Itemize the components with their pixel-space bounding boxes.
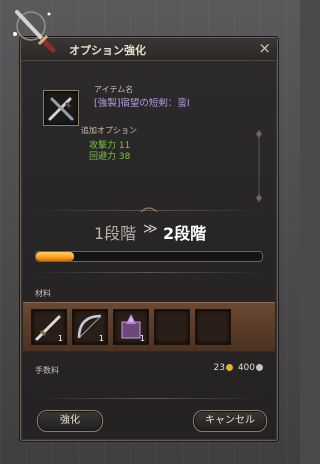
divider [31, 398, 267, 399]
fee-label: 手数料 [35, 366, 59, 375]
item-name-label: アイテム名 [94, 85, 134, 94]
material-slot-5[interactable] [195, 309, 231, 345]
scroll-ornament [256, 130, 262, 202]
silver-coin-icon [256, 363, 263, 371]
material-count: 1 [98, 334, 104, 343]
material-count: 1 [139, 334, 145, 343]
progress-fill [36, 252, 75, 261]
enhance-progress-bar [35, 251, 263, 262]
material-count: 1 [57, 334, 63, 343]
current-stage: 1段階 [94, 224, 137, 243]
material-slot-4[interactable] [154, 309, 190, 345]
fee-values: 23 400 [213, 363, 265, 373]
divider [31, 272, 267, 273]
enhance-button[interactable]: 強化 [37, 410, 103, 432]
sword-emblem-icon [13, 10, 56, 53]
item-slot[interactable] [43, 90, 79, 126]
silver-amount: 400 [237, 363, 255, 373]
gold-coin-icon [225, 363, 233, 371]
close-button[interactable]: × [258, 40, 271, 56]
materials-label: 材料 [35, 289, 51, 298]
option-evasion: 回避力 38 [89, 152, 131, 162]
window-title: オプション強化 [69, 44, 146, 57]
materials-strip: 1 1 1 [23, 302, 275, 352]
dagger-icon [48, 97, 74, 121]
additional-options-label: 追加オプション [81, 126, 137, 135]
target-stage: 2段階 [163, 224, 207, 243]
stage-row: 1段階 ≫ 2段階 [21, 218, 277, 244]
gold-amount: 23 [213, 363, 225, 373]
material-slot-2[interactable]: 1 [72, 309, 108, 345]
item-name: [強製]宿望の短剣：蛮Ⅰ [94, 98, 190, 109]
cancel-button[interactable]: キャンセル [193, 410, 267, 432]
ornament-icon [140, 207, 158, 213]
material-slot-3[interactable]: 1 [113, 309, 149, 345]
stage-arrow-icon: ≫ [143, 221, 158, 237]
enhance-option-dialog: オプション強化 × アイテム名 [強製]宿望の短剣：蛮Ⅰ 追加オプション 攻撃力… [13, 10, 278, 441]
material-slot-1[interactable]: 1 [31, 309, 67, 345]
